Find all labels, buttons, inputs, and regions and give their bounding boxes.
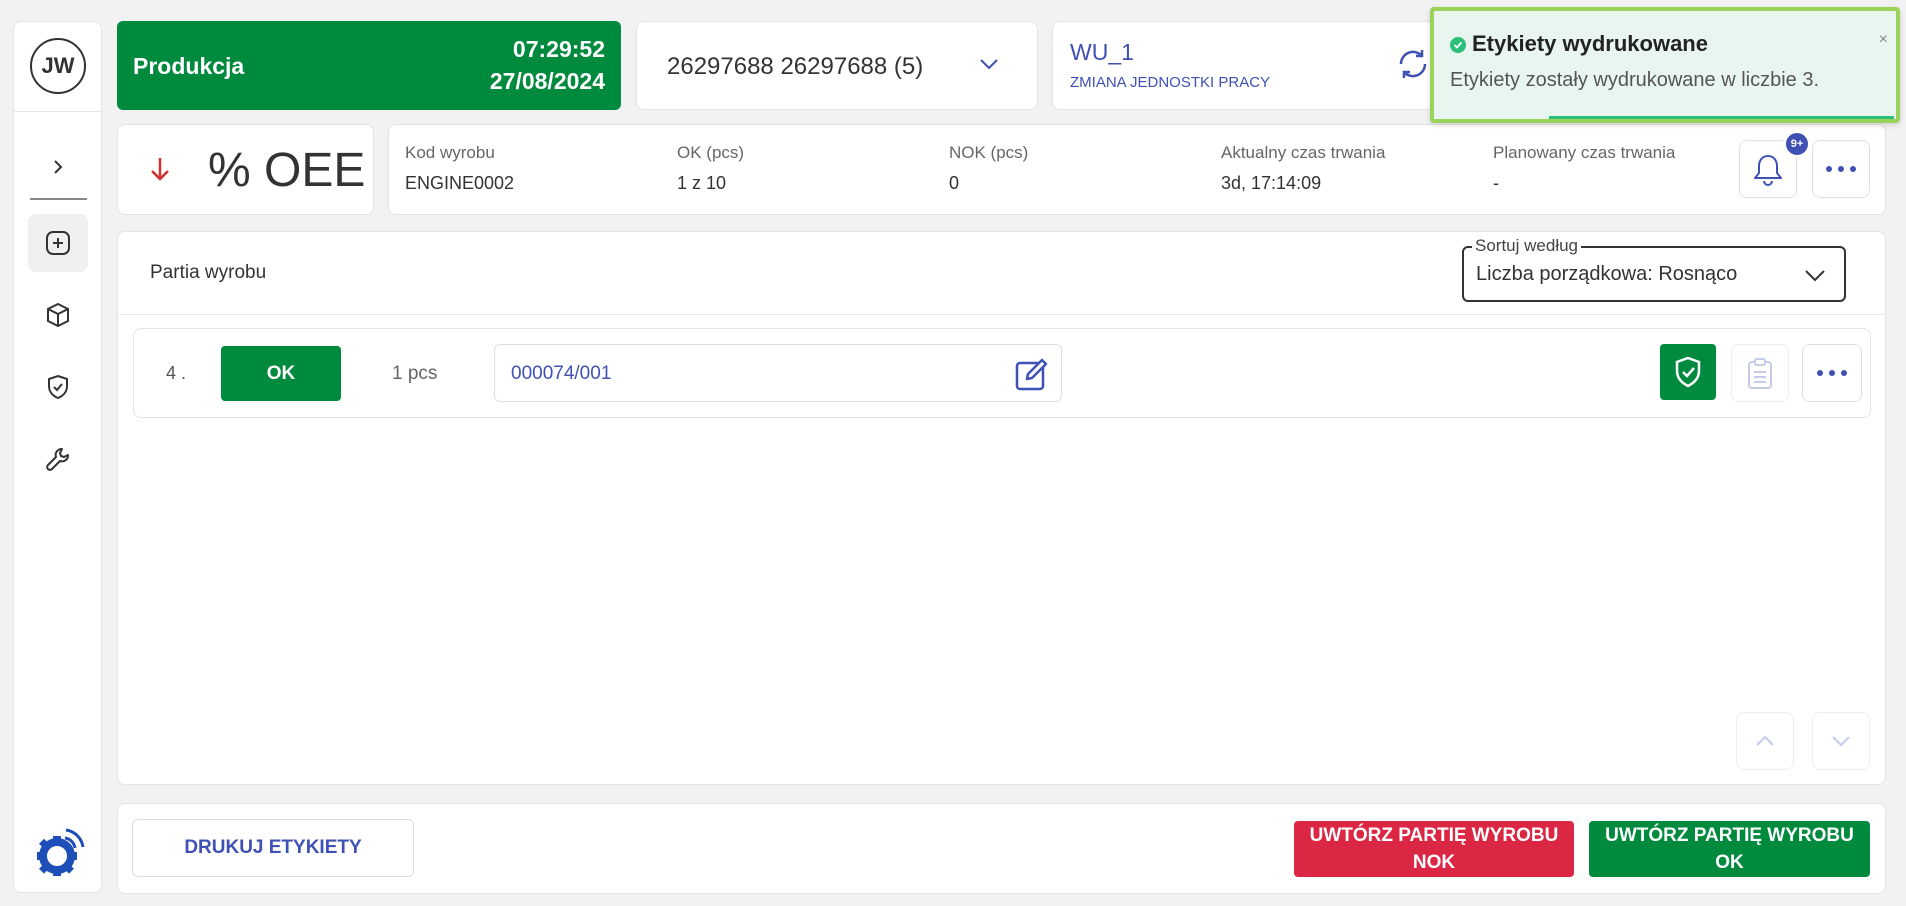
planned-duration-value: -	[1493, 173, 1499, 193]
row-number: 4 .	[166, 363, 187, 383]
edit-icon[interactable]	[1013, 355, 1051, 398]
status-badge: OK	[221, 346, 341, 401]
nok-count-field: NOK (pcs) 0	[949, 143, 1028, 194]
avatar-initials: JW	[41, 53, 75, 78]
divider	[14, 111, 101, 112]
planned-duration-label: Planowany czas trwania	[1493, 143, 1676, 162]
sidebar: JW	[13, 21, 102, 893]
close-icon[interactable]: ×	[1879, 31, 1888, 49]
product-code-field: Kod wyrobu ENGINE0002	[405, 143, 514, 194]
planned-duration-field: Planowany czas trwania -	[1493, 143, 1675, 194]
row-more-button[interactable]	[1802, 344, 1862, 402]
chevron-down-icon	[977, 52, 1001, 81]
ok-count-label: OK (pcs)	[677, 143, 745, 162]
work-unit-card[interactable]: WU_1 ZMIANA JEDNOSTKI PRACY	[1052, 21, 1442, 110]
nok-count-value: 0	[949, 173, 960, 193]
ok-count-field: OK (pcs) 1 z 10	[677, 143, 744, 194]
status-date: 27/08/2024	[489, 68, 605, 94]
batch-number[interactable]: 000074/001	[511, 363, 611, 385]
row-quantity: 1 pcs	[392, 363, 438, 384]
box-icon	[47, 302, 69, 328]
expand-sidebar-button[interactable]	[43, 152, 73, 182]
quality-check-button[interactable]	[1660, 344, 1716, 400]
production-status: Produkcja 07:29:52 27/08/2024	[117, 21, 621, 110]
create-ok-label-line1: UWTÓRZ PARTIĘ WYROBU	[1605, 825, 1854, 846]
chevron-up-icon	[1756, 735, 1774, 746]
create-ok-batch-button[interactable]: UWTÓRZ PARTIĘ WYROBU OK	[1589, 821, 1870, 877]
oee-card: % OEE	[117, 124, 374, 215]
table-row: 4 . OK 1 pcs 000074/001	[133, 328, 1871, 418]
clipboard-button[interactable]	[1731, 344, 1789, 402]
sidebar-item-quality[interactable]	[28, 358, 88, 416]
sidebar-item-products[interactable]	[28, 286, 88, 344]
toast-title: Etykiety wydrukowane	[1472, 31, 1708, 56]
sort-value: Liczba porządkowa: Rosnąco	[1476, 263, 1738, 285]
success-check-icon	[1450, 37, 1466, 58]
current-duration-label: Aktualny czas trwania	[1221, 143, 1386, 162]
shield-check-icon	[1675, 356, 1701, 388]
current-duration-value: 3d, 17:14:09	[1221, 173, 1322, 193]
sidebar-item-maintenance[interactable]	[28, 430, 88, 488]
create-nok-label-line2: NOK	[1412, 852, 1456, 873]
chevron-right-icon	[54, 160, 63, 174]
avatar[interactable]: JW	[30, 38, 86, 94]
shield-check-icon	[48, 374, 68, 400]
app-logo-icon	[29, 822, 89, 882]
toast-message: Etykiety zostały wydrukowane w liczbie 3…	[1450, 69, 1820, 91]
current-duration-field: Aktualny czas trwania 3d, 17:14:09	[1221, 143, 1385, 194]
scroll-up-button[interactable]	[1736, 712, 1794, 770]
sidebar-item-add[interactable]	[28, 214, 88, 272]
product-info-bar: Kod wyrobu ENGINE0002 OK (pcs) 1 z 10 NO…	[388, 124, 1886, 215]
arrow-down-icon	[148, 155, 172, 188]
refresh-icon[interactable]	[1393, 44, 1433, 89]
print-labels-button[interactable]: DRUKUJ ETYKIETY	[132, 819, 414, 877]
wrench-icon	[46, 448, 69, 471]
work-unit-name[interactable]: WU_1	[1070, 39, 1134, 66]
batch-number-field[interactable]: 000074/001	[494, 344, 1062, 402]
chevron-down-icon	[1832, 736, 1850, 747]
create-ok-label-line2: OK	[1715, 852, 1744, 873]
toast-notification: Etykiety wydrukowane Etykiety zostały wy…	[1430, 7, 1900, 123]
order-value: 26297688 26297688 (5)	[667, 53, 924, 80]
oee-value: % OEE	[208, 144, 366, 197]
sort-select[interactable]: Sortuj według Liczba porządkowa: Rosnąco	[1462, 236, 1846, 302]
sort-legend: Sortuj według	[1472, 236, 1582, 256]
nok-count-label: NOK (pcs)	[949, 143, 1029, 162]
scroll-down-button[interactable]	[1812, 712, 1870, 770]
divider	[30, 198, 87, 200]
batch-panel: Partia wyrobu Sortuj według Liczba porzą…	[117, 231, 1886, 785]
ok-count-value: 1 z 10	[677, 173, 727, 193]
product-code-value: ENGINE0002	[405, 173, 515, 193]
more-options-button[interactable]	[1812, 140, 1870, 198]
panel-title: Partia wyrobu	[150, 262, 267, 283]
more-horizontal-icon	[1817, 370, 1847, 376]
order-selector[interactable]: 26297688 26297688 (5)	[636, 21, 1038, 110]
footer-actions: DRUKUJ ETYKIETY UWTÓRZ PARTIĘ WYROBU NOK …	[117, 803, 1886, 894]
divider	[118, 314, 1885, 315]
chevron-down-icon	[1802, 262, 1828, 293]
change-work-unit-link[interactable]: ZMIANA JEDNOSTKI PRACY	[1070, 74, 1270, 91]
toast-progress-bar	[1549, 116, 1894, 119]
notification-count-badge: 9+	[1784, 131, 1810, 157]
status-time: 07:29:52	[512, 36, 605, 62]
create-nok-batch-button[interactable]: UWTÓRZ PARTIĘ WYROBU NOK	[1294, 821, 1574, 877]
bell-icon	[1754, 155, 1782, 186]
more-horizontal-icon	[1826, 166, 1856, 172]
notifications-button[interactable]: 9+	[1739, 131, 1810, 198]
create-nok-label-line1: UWTÓRZ PARTIĘ WYROBU	[1309, 825, 1559, 846]
clipboard-icon	[1748, 358, 1772, 389]
product-code-label: Kod wyrobu	[405, 143, 495, 162]
plus-square-icon	[46, 231, 70, 255]
status-label: Produkcja	[133, 53, 245, 79]
